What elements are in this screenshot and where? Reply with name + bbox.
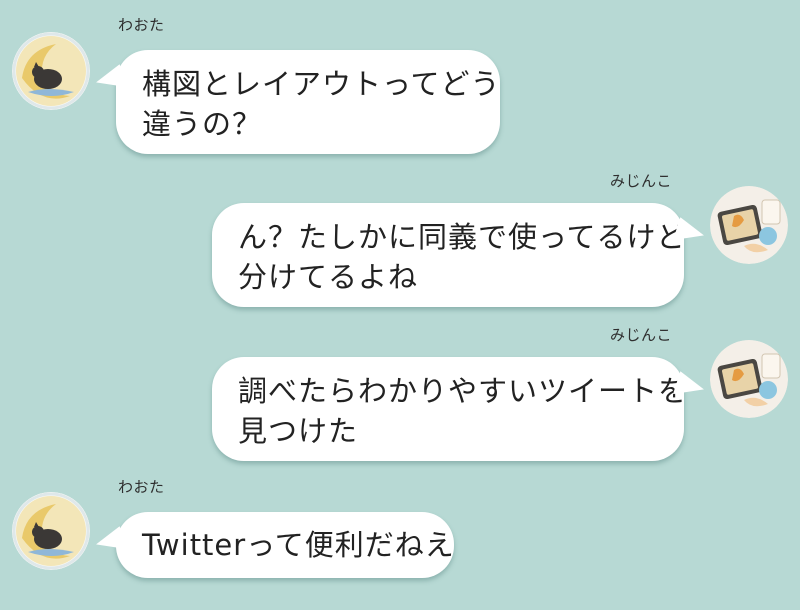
sender-avatar-mijinko[interactable] (710, 340, 788, 418)
moon-cat-avatar-icon (12, 492, 90, 570)
message-text-line: ん？たしかに同義で使ってるけど (238, 220, 687, 254)
message-text-line: 構図とレイアウトってどう (142, 67, 501, 101)
message-text-line: 見つけた (238, 414, 359, 448)
sender-name: わおた (118, 478, 165, 496)
sender-avatar-mijinko[interactable] (710, 186, 788, 264)
message-bubble[interactable]: 構図とレイアウトってどう 違うの？ (92, 50, 501, 154)
sender-name: わおた (118, 16, 165, 34)
message-text-line: 分けてるよね (238, 260, 419, 294)
message-bubble[interactable]: ん？たしかに同義で使ってるけど 分けてるよね (212, 203, 708, 307)
moon-cat-avatar-icon (12, 32, 90, 110)
sender-avatar-wata[interactable] (12, 32, 90, 110)
bubble-tail (92, 526, 128, 558)
message-text-line: 違うの？ (142, 107, 263, 141)
drawing-desk-avatar-icon (710, 186, 788, 264)
sender-name: みじんこ (610, 326, 673, 344)
message-bubble[interactable]: 調べたらわかりやすいツイートを 見つけた (212, 357, 708, 461)
drawing-desk-avatar-icon (710, 340, 788, 418)
chat-thread: わおた 構図とレイアウトってどう 違うの？ みじんこ ん？たしかに同義で使ってる… (0, 0, 800, 610)
bubble-tail (92, 64, 128, 96)
sender-avatar-wata[interactable] (12, 492, 90, 570)
message-text-line: Twitterって便利だねえ (142, 528, 455, 562)
message-text-line: 調べたらわかりやすいツイートを (238, 374, 689, 408)
message-bubble[interactable]: Twitterって便利だねえ (92, 512, 455, 578)
sender-name: みじんこ (610, 172, 673, 190)
